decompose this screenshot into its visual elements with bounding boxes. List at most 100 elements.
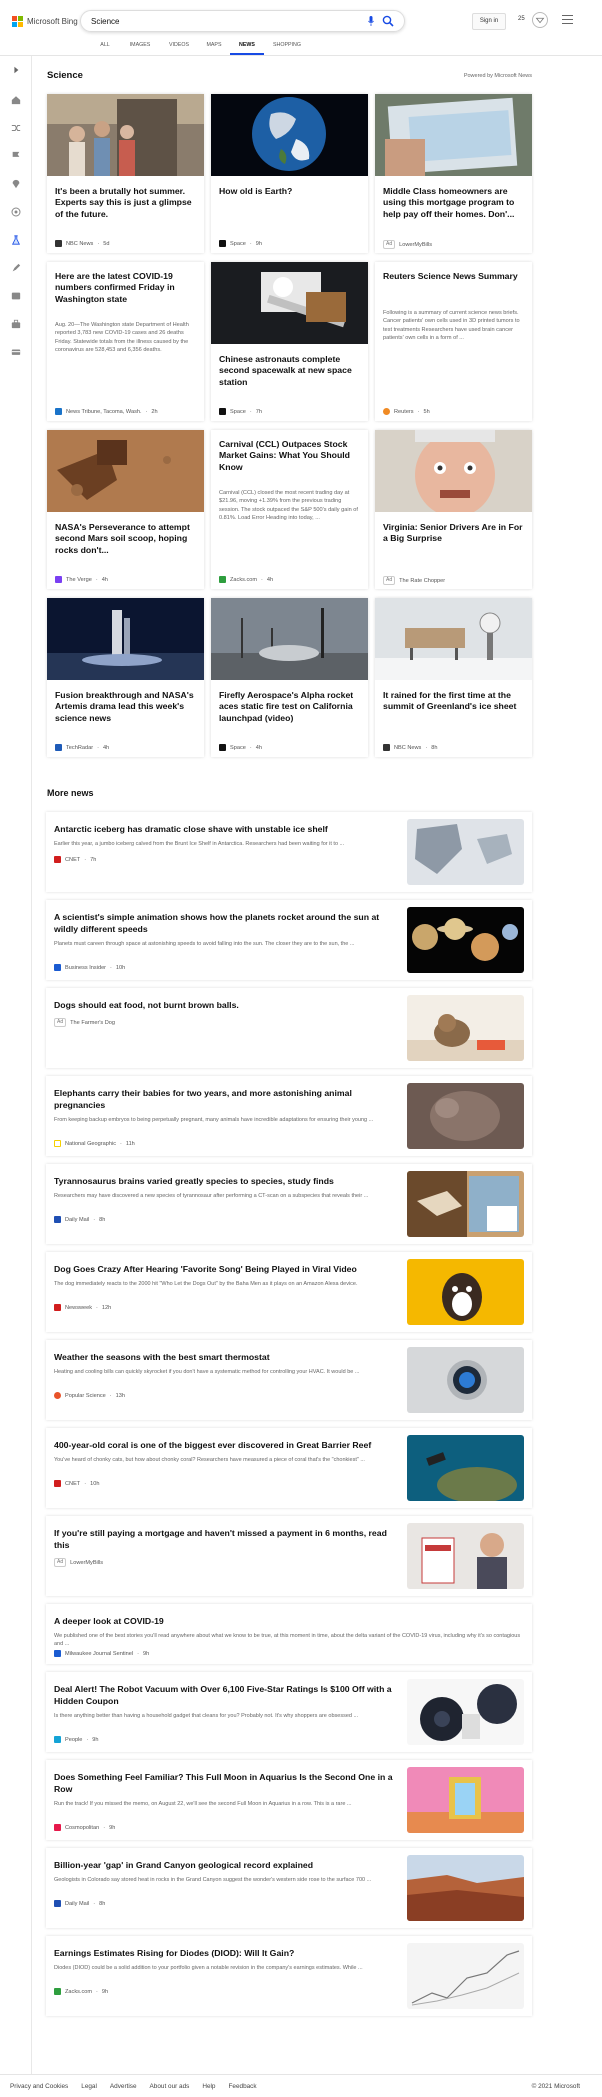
footer-link-privacy[interactable]: Privacy and Cookies [10,2083,68,2090]
rewards-points[interactable]: 25 [518,16,525,22]
tab-shopping[interactable]: SHOPPING [264,42,310,55]
row-title[interactable]: Does Something Feel Familiar? This Full … [54,1771,400,1795]
row-title[interactable]: A deeper look at COVID-19 [54,1615,524,1627]
news-row[interactable]: Antarctic iceberg has dramatic close sha… [46,812,532,892]
rocket-icon[interactable] [10,262,22,274]
row-title[interactable]: Tyrannosaurus brains varied greatly spec… [54,1175,400,1187]
card-title[interactable]: Middle Class homeowners are using this m… [383,186,525,220]
briefcase-icon[interactable] [10,318,22,330]
sign-in-button[interactable]: Sign in [472,13,506,30]
row-title[interactable]: Weather the seasons with the best smart … [54,1351,400,1363]
row-source: Milwaukee Journal Sentinel · 9h [54,1650,149,1657]
journal-sentinel-icon [54,1650,61,1657]
footer-link-legal[interactable]: Legal [81,2083,97,2090]
footer-link-feedback[interactable]: Feedback [229,2083,257,2090]
rewards-icon[interactable] [532,12,548,28]
microsoft-logo-icon [12,16,23,27]
news-row[interactable]: Earnings Estimates Rising for Diodes (DI… [46,1936,532,2016]
search-input[interactable] [91,14,341,29]
tab-maps[interactable]: MAPS [198,42,230,55]
news-card[interactable]: Fusion breakthrough and NASA's Artemis d… [47,598,204,757]
news-row[interactable]: Dog Goes Crazy After Hearing 'Favorite S… [46,1252,532,1332]
news-card[interactable]: It's been a brutally hot summer. Experts… [47,94,204,253]
row-title[interactable]: Elephants carry their babies for two yea… [54,1087,400,1111]
source-time: 8h [99,1216,106,1223]
news-card[interactable]: Carnival (CCL) Outpaces Stock Market Gai… [211,430,368,589]
ad-card[interactable]: Virginia: Senior Drivers Are in For a Bi… [375,430,532,589]
card-title[interactable]: Virginia: Senior Drivers Are in For a Bi… [383,522,525,545]
news-row[interactable]: Does Something Feel Familiar? This Full … [46,1760,532,1840]
source-name: News Tribune, Tacoma, Wash. [66,408,142,415]
news-card[interactable]: Here are the latest COVID-19 numbers con… [47,262,204,421]
card-title[interactable]: It rained for the first time at the summ… [383,690,525,713]
tab-images[interactable]: IMAGES [120,42,160,55]
card-title[interactable]: It's been a brutally hot summer. Experts… [55,186,197,220]
news-card[interactable]: NASA's Perseverance to attempt second Ma… [47,430,204,589]
row-title[interactable]: Earnings Estimates Rising for Diodes (DI… [54,1947,400,1959]
footer-link-about-ads[interactable]: About our ads [150,2083,190,2090]
news-row[interactable]: Elephants carry their babies for two yea… [46,1076,532,1156]
tab-news[interactable]: NEWS [230,42,264,55]
row-title[interactable]: 400-year-old coral is one of the biggest… [54,1439,400,1451]
shuffle-icon[interactable] [10,122,22,134]
menu-icon[interactable] [562,15,573,25]
news-row[interactable]: A deeper look at COVID-19 We published o… [46,1604,532,1664]
card-icon[interactable] [10,346,22,358]
news-row[interactable]: Deal Alert! The Robot Vacuum with Over 6… [46,1672,532,1752]
expand-chevron-icon[interactable] [10,64,22,76]
tv-icon[interactable] [10,290,22,302]
card-title[interactable]: How old is Earth? [219,186,361,197]
card-title[interactable]: Fusion breakthrough and NASA's Artemis d… [55,690,197,724]
row-title[interactable]: Dog Goes Crazy After Hearing 'Favorite S… [54,1263,400,1275]
news-row[interactable]: Tyrannosaurus brains varied greatly spec… [46,1164,532,1244]
location-icon[interactable] [10,178,22,190]
home-icon[interactable] [10,94,22,106]
tab-all[interactable]: ALL [90,42,120,55]
tab-videos[interactable]: VIDEOS [160,42,198,55]
news-card[interactable]: Chinese astronauts complete second space… [211,262,368,421]
card-title[interactable]: Carnival (CCL) Outpaces Stock Market Gai… [219,439,361,473]
row-title[interactable]: Billion-year 'gap' in Grand Canyon geolo… [54,1859,400,1871]
news-row[interactable]: 400-year-old coral is one of the biggest… [46,1428,532,1508]
row-desc: Researchers may have discovered a new sp… [54,1193,369,1199]
science-icon[interactable] [10,234,22,246]
row-title[interactable]: Antarctic iceberg has dramatic close sha… [54,823,400,835]
row-title[interactable]: If you're still paying a mortgage and ha… [54,1527,400,1551]
card-title[interactable]: Firefly Aerospace's Alpha rocket aces st… [219,690,361,724]
row-source: Business Insider · 10h [54,964,125,971]
globe-icon[interactable] [10,206,22,218]
row-desc: You've heard of chonky cats, but how abo… [54,1457,365,1463]
news-card[interactable]: Reuters Science News Summary Following i… [375,262,532,421]
ad-row[interactable]: If you're still paying a mortgage and ha… [46,1516,532,1596]
source-name: CNET [65,1480,81,1487]
row-title[interactable]: Dogs should eat food, not burnt brown ba… [54,999,400,1011]
bing-logo[interactable]: Microsoft Bing [12,16,78,27]
card-title[interactable]: NASA's Perseverance to attempt second Ma… [55,522,197,556]
footer-link-advertise[interactable]: Advertise [110,2083,137,2090]
news-card[interactable]: It rained for the first time at the summ… [375,598,532,757]
footer-link-help[interactable]: Help [202,2083,215,2090]
card-title[interactable]: Reuters Science News Summary [383,271,525,282]
ad-card[interactable]: Middle Class homeowners are using this m… [375,94,532,253]
news-row[interactable]: A scientist's simple animation shows how… [46,900,532,980]
row-title[interactable]: A scientist's simple animation shows how… [54,911,400,935]
dog-food-image [407,995,524,1061]
planets-image [407,907,524,973]
news-row[interactable]: Billion-year 'gap' in Grand Canyon geolo… [46,1848,532,1928]
microphone-icon[interactable] [368,16,374,26]
people-icon [54,1736,61,1743]
senior-driver-image [375,430,532,512]
news-row[interactable]: Weather the seasons with the best smart … [46,1340,532,1420]
row-desc: Earlier this year, a jumbo iceberg calve… [54,841,345,847]
flag-icon[interactable] [10,150,22,162]
card-title[interactable]: Here are the latest COVID-19 numbers con… [55,271,197,305]
news-card[interactable]: How old is Earth? Space · 9h [211,94,368,253]
source-time: 9h [255,240,262,247]
row-title[interactable]: Deal Alert! The Robot Vacuum with Over 6… [54,1683,400,1707]
card-title[interactable]: Chinese astronauts complete second space… [219,354,361,388]
search-icon[interactable] [382,15,394,27]
news-card[interactable]: Firefly Aerospace's Alpha rocket aces st… [211,598,368,757]
ad-row[interactable]: Dogs should eat food, not burnt brown ba… [46,988,532,1068]
nbc-icon [383,744,390,751]
dog-yellow-image [407,1259,524,1325]
